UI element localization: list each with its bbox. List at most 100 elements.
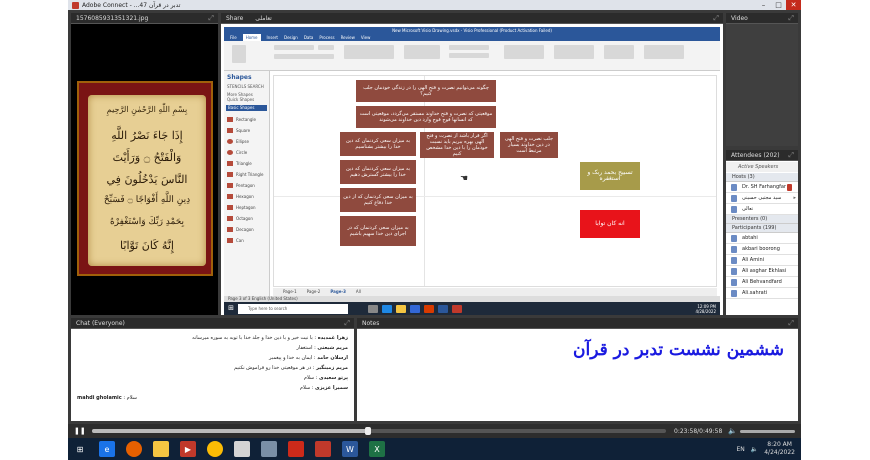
- page-tab-all[interactable]: All: [356, 288, 361, 296]
- volume-tray-icon[interactable]: 🔈: [751, 446, 758, 453]
- page-tab-2[interactable]: Page-2: [307, 288, 321, 296]
- shape-item[interactable]: Right Triangle: [224, 169, 269, 180]
- acrobat-icon[interactable]: [288, 441, 304, 457]
- presenters-group[interactable]: Presenters (0): [726, 215, 798, 224]
- firefox-icon[interactable]: [126, 441, 142, 457]
- shape-item[interactable]: Decagon: [224, 224, 269, 235]
- editing-group[interactable]: [604, 45, 634, 59]
- pause-icon[interactable]: ❚❚: [74, 427, 86, 435]
- tab-review[interactable]: Review: [341, 34, 355, 41]
- shape-item[interactable]: Heptagon: [224, 202, 269, 213]
- effort-box-3[interactable]: به میزان سعی کردنمان که از دین خدا دفاع …: [340, 188, 416, 212]
- language-indicator[interactable]: EN: [736, 446, 744, 453]
- basic-shapes[interactable]: Basic Shapes: [226, 105, 267, 111]
- visio-app-icon[interactable]: [410, 304, 420, 313]
- effort-box-4[interactable]: به میزان سعی کردنمان که در اجرای دین خدا…: [340, 216, 416, 246]
- format-buttons[interactable]: [274, 54, 334, 59]
- tab-process[interactable]: Process: [319, 34, 334, 41]
- shape-item[interactable]: Triangle: [224, 158, 269, 169]
- attendee-item[interactable]: Ali asghar Ekhlasi: [726, 266, 798, 277]
- olive-box[interactable]: تسبیح بحمد ربک و استغفره: [580, 162, 640, 190]
- shape-item[interactable]: Can: [224, 235, 269, 246]
- internet-explorer-icon[interactable]: e: [99, 441, 115, 457]
- attendee-item[interactable]: Ali Amini: [726, 255, 798, 266]
- page-tab-1[interactable]: Page-1: [283, 288, 297, 296]
- tab-file[interactable]: File: [230, 34, 237, 41]
- windows-start-icon[interactable]: ⊞: [224, 302, 238, 315]
- red-box[interactable]: انه کان توابا: [580, 210, 640, 238]
- folder-icon[interactable]: [396, 304, 406, 313]
- shape-item[interactable]: Hexagon: [224, 191, 269, 202]
- chrome-icon[interactable]: [207, 441, 223, 457]
- middle-box-2[interactable]: جلب نصرت و فتح الهی در دین خداوند بسیار …: [500, 132, 558, 158]
- shape-item[interactable]: Rectangle: [224, 114, 269, 125]
- word-icon[interactable]: W: [342, 441, 358, 457]
- attendee-item[interactable]: abtahi: [726, 233, 798, 244]
- tab-view[interactable]: View: [361, 34, 371, 41]
- file-explorer-icon[interactable]: [153, 441, 169, 457]
- word-icon[interactable]: [438, 304, 448, 313]
- pod-maximize-icon[interactable]: ⤢: [713, 13, 719, 24]
- question-box[interactable]: چگونه می‌توانیم نصرت و فتح الهی را در زن…: [356, 80, 496, 102]
- playback-handle[interactable]: [364, 427, 371, 435]
- taskbar-search[interactable]: Type here to search: [238, 303, 348, 314]
- shape-item[interactable]: Ellipse: [224, 136, 269, 147]
- effort-box-1[interactable]: به میزان سعی کردنمان که دین خدا را بیشتر…: [340, 132, 416, 156]
- font-select[interactable]: [274, 45, 314, 50]
- window-icon[interactable]: [261, 441, 277, 457]
- page-tab-3[interactable]: Page-3: [330, 288, 346, 296]
- arrange-group[interactable]: [554, 45, 594, 59]
- tab-design[interactable]: Design: [284, 34, 298, 41]
- tools-group[interactable]: [404, 45, 440, 59]
- system-clock[interactable]: 8:20 AM 4/24/2022: [764, 441, 795, 457]
- pod-maximize-icon[interactable]: ⤢: [788, 150, 794, 161]
- shapes-tabs[interactable]: STENCILS SEARCH: [224, 84, 269, 89]
- tab-data[interactable]: Data: [304, 34, 314, 41]
- powerpoint-icon[interactable]: [424, 304, 434, 313]
- tab-insert[interactable]: Insert: [267, 34, 278, 41]
- adobe-connect-icon[interactable]: [315, 441, 331, 457]
- paragraph-group[interactable]: [344, 45, 394, 59]
- media-player-icon[interactable]: ▶: [180, 441, 196, 457]
- shape-item[interactable]: Circle: [224, 147, 269, 158]
- attendee-item[interactable]: تعالی: [726, 204, 798, 215]
- font-size-select[interactable]: [318, 45, 334, 50]
- position-box[interactable]: موقعیتی که نصرت و فتح خداوند مستقر می‌گر…: [356, 106, 496, 128]
- effort-box-2[interactable]: به میزان سعی کردنمان که دین خدا را بیشتر…: [340, 160, 416, 184]
- pod-maximize-icon[interactable]: ⤢: [788, 13, 794, 24]
- hosts-group[interactable]: Hosts (3): [726, 173, 798, 182]
- shape-styles-group[interactable]: [504, 45, 544, 59]
- shape-item[interactable]: Square: [224, 125, 269, 136]
- pod-maximize-icon[interactable]: ⤢: [788, 318, 794, 329]
- excel-icon[interactable]: X: [369, 441, 385, 457]
- playback-track[interactable]: [92, 427, 666, 435]
- tab-home[interactable]: Home: [242, 34, 261, 41]
- attendee-item[interactable]: akbari boorong: [726, 244, 798, 255]
- connector-tool[interactable]: [449, 53, 489, 58]
- attendee-item[interactable]: Ali Behvandfard: [726, 277, 798, 288]
- windows-start-icon[interactable]: ⊞: [72, 441, 88, 457]
- shape-item[interactable]: Pentagon: [224, 180, 269, 191]
- volume-icon[interactable]: 🔈: [728, 427, 737, 435]
- pod-maximize-icon[interactable]: ⤢: [344, 318, 350, 329]
- quick-shapes[interactable]: Quick Shapes: [224, 97, 269, 102]
- maximize-button[interactable]: □: [771, 0, 786, 10]
- attendee-item[interactable]: سید مجتبی حسینی ▸: [726, 193, 798, 204]
- select-group[interactable]: [644, 45, 684, 59]
- task-view-icon[interactable]: [368, 304, 378, 313]
- participants-group[interactable]: Participants (199): [726, 224, 798, 233]
- app-icon[interactable]: [452, 304, 462, 313]
- minimize-button[interactable]: –: [756, 0, 771, 10]
- pod-maximize-icon[interactable]: ⤢: [208, 13, 214, 24]
- attendee-item[interactable]: Dr. SH Farhangfar: [726, 182, 798, 193]
- middle-box-1[interactable]: اگر قرار باشد از نصرت و فتح الهی بهره بب…: [420, 132, 494, 158]
- app-icon[interactable]: [234, 441, 250, 457]
- edge-icon[interactable]: [382, 304, 392, 313]
- volume-slider[interactable]: [740, 429, 795, 433]
- close-button[interactable]: ✕: [786, 0, 801, 10]
- paste-button[interactable]: [232, 45, 246, 63]
- shape-item[interactable]: Octagon: [224, 213, 269, 224]
- visio-canvas[interactable]: چگونه می‌توانیم نصرت و فتح الهی را در زن…: [273, 75, 717, 287]
- rectangle-tool[interactable]: [449, 45, 489, 50]
- attendee-item[interactable]: Ali.sahrati: [726, 288, 798, 299]
